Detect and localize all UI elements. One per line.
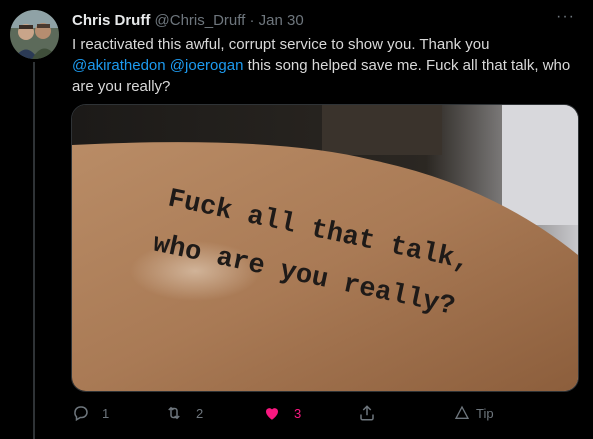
- like-count: 3: [294, 405, 302, 421]
- more-icon[interactable]: ···: [556, 8, 575, 26]
- author-name[interactable]: Chris Druff: [72, 12, 150, 29]
- heart-icon: [266, 408, 278, 420]
- like-button[interactable]: 3: [262, 401, 301, 425]
- retweet-icon: [168, 406, 180, 420]
- retweet-button[interactable]: 2: [164, 401, 203, 425]
- tweet-header: Chris Druff @Chris_Druff · Jan 30: [72, 11, 557, 31]
- reply-button[interactable]: 1: [72, 401, 109, 425]
- tweet-actions: 1 2 3 Tip: [72, 401, 522, 425]
- author-handle[interactable]: @Chris_Druff: [155, 12, 246, 29]
- reply-count: 1: [102, 405, 110, 421]
- tweet-image[interactable]: Fuck all that talk, who are you really?: [71, 104, 579, 392]
- tip-icon: [454, 405, 470, 419]
- tip-button[interactable]: Tip: [454, 401, 494, 425]
- tweet-date[interactable]: Jan 30: [259, 12, 304, 29]
- share-button[interactable]: [358, 401, 376, 425]
- tweet-text: I reactivated this awful, corrupt servic…: [72, 34, 572, 97]
- reply-icon: [74, 406, 88, 422]
- mention-joerogan[interactable]: @joerogan: [170, 57, 244, 74]
- tweet-text-before: I reactivated this awful, corrupt servic…: [72, 36, 490, 53]
- mention-akirathedon[interactable]: @akirathedon: [72, 57, 166, 74]
- share-icon: [360, 405, 374, 421]
- tip-label: Tip: [476, 405, 494, 421]
- retweet-count: 2: [196, 405, 204, 421]
- thread-line: [33, 62, 35, 439]
- separator-dot: ·: [249, 12, 255, 29]
- avatar[interactable]: [10, 10, 59, 59]
